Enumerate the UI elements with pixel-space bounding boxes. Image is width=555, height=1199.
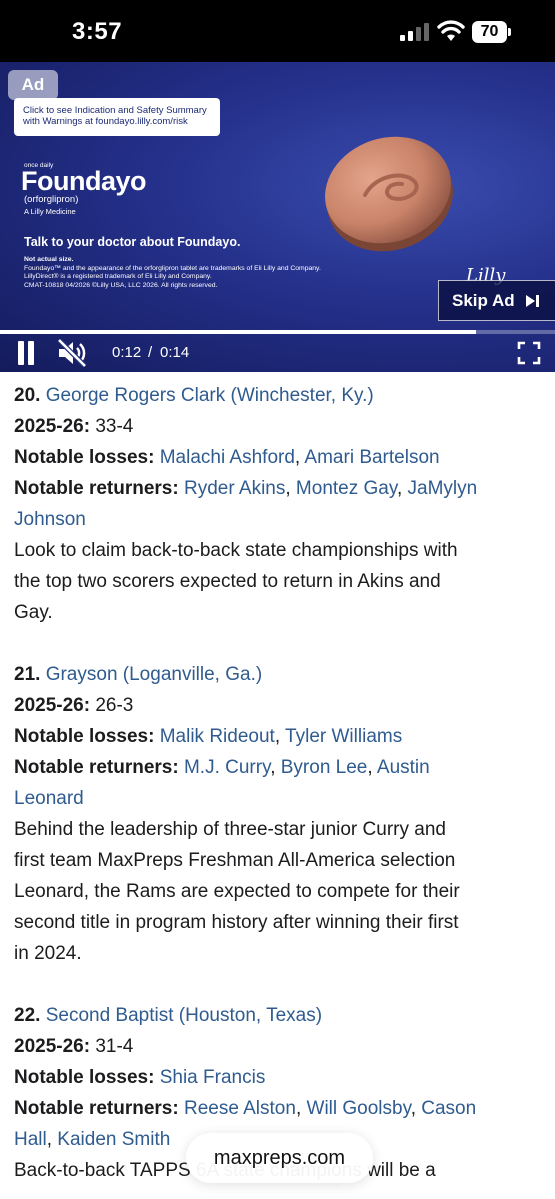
- video-time-separator: /: [148, 344, 153, 361]
- description-line: Look to claim back-to-back state champio…: [14, 540, 458, 561]
- browser-url-bar[interactable]: maxpreps.com: [186, 1133, 373, 1183]
- record-value: 31-4: [95, 1036, 134, 1057]
- record-line: 2025-26: 33-4: [14, 411, 544, 442]
- player-link[interactable]: Reese Alston: [184, 1098, 296, 1119]
- fine-print-4: CMAT-10818 04/2026 ©Lilly USA, LLC 2026.…: [24, 281, 218, 289]
- rank-number: 20.: [14, 385, 41, 406]
- returners-line: Notable returners: M.J. Curry, Byron Lee…: [14, 757, 430, 778]
- video-ad[interactable]: Ad Click to see Indication and Safety Su…: [0, 62, 555, 372]
- player-link[interactable]: Shia Francis: [160, 1067, 266, 1088]
- skip-next-icon: [526, 295, 539, 307]
- article-body: 20. George Rogers Clark (Winchester, Ky.…: [14, 380, 544, 1186]
- skip-ad-label: Skip Ad: [452, 291, 515, 310]
- ranking-entry: 21. Grayson (Loganville, Ga.) 2025-26: 2…: [14, 659, 544, 969]
- record-line: 2025-26: 26-3: [14, 690, 544, 721]
- player-link[interactable]: Will Goolsby: [307, 1098, 411, 1119]
- player-link[interactable]: Austin: [377, 757, 430, 778]
- record-line: 2025-26: 31-4: [14, 1031, 544, 1062]
- fine-print-3: LillyDirect® is a registered trademark o…: [24, 273, 212, 281]
- safety-line-1: Click to see Indication and Safety Summa…: [23, 105, 207, 116]
- tablet-image: [325, 136, 453, 252]
- muted-speaker-icon[interactable]: [56, 339, 88, 367]
- player-link[interactable]: Montez Gay: [296, 478, 397, 499]
- ad-brand-logo: Foundayo: [21, 166, 147, 196]
- returners-label: Notable returners:: [14, 478, 179, 499]
- player-link[interactable]: Cason: [421, 1098, 476, 1119]
- player-link[interactable]: Byron Lee: [281, 757, 368, 778]
- losses-label: Notable losses:: [14, 726, 155, 747]
- entry-heading: 21. Grayson (Loganville, Ga.): [14, 659, 544, 690]
- player-link[interactable]: Tyler Williams: [285, 726, 402, 747]
- player-link[interactable]: Amari Bartelson: [304, 447, 439, 468]
- school-link[interactable]: George Rogers Clark (Winchester, Ky.): [46, 385, 374, 406]
- video-progress-bar[interactable]: [0, 330, 555, 334]
- player-link[interactable]: Hall: [14, 1129, 47, 1150]
- losses-label: Notable losses:: [14, 1067, 155, 1088]
- description-line: in 2024.: [14, 943, 82, 964]
- cellular-signal-icon: [400, 23, 430, 41]
- fullscreen-icon[interactable]: [517, 341, 541, 365]
- player-link[interactable]: Kaiden Smith: [57, 1129, 170, 1150]
- losses-label: Notable losses:: [14, 447, 155, 468]
- player-link[interactable]: Malik Rideout: [160, 726, 275, 747]
- record-label: 2025-26:: [14, 1036, 91, 1057]
- returners-line: Notable returners: Reese Alston, Will Go…: [14, 1098, 477, 1119]
- player-link[interactable]: Leonard: [14, 783, 544, 814]
- returners-line: Notable returners: Ryder Akins, Montez G…: [14, 478, 478, 499]
- losses-line: Notable losses: Malachi Ashford, Amari B…: [14, 447, 440, 468]
- safety-summary-link[interactable]: Click to see Indication and Safety Summa…: [14, 98, 220, 136]
- video-progress-fill: [0, 330, 476, 334]
- status-time: 3:57: [72, 18, 123, 45]
- description-line: Behind the leadership of three-star juni…: [14, 819, 446, 840]
- description-line: Gay.: [14, 602, 53, 623]
- pause-icon[interactable]: [16, 341, 36, 365]
- record-label: 2025-26:: [14, 695, 91, 716]
- player-link[interactable]: Ryder Akins: [184, 478, 285, 499]
- player-link[interactable]: M.J. Curry: [184, 757, 270, 778]
- description-line: Leonard, the Rams are expected to compet…: [14, 881, 460, 902]
- school-link[interactable]: Second Baptist (Houston, Texas): [46, 1005, 322, 1026]
- video-duration: 0:14: [160, 344, 190, 361]
- returners-label: Notable returners:: [14, 1098, 179, 1119]
- school-link[interactable]: Grayson (Loganville, Ga.): [46, 664, 263, 685]
- entry-heading: 22. Second Baptist (Houston, Texas): [14, 1000, 544, 1031]
- returners-label: Notable returners:: [14, 757, 179, 778]
- battery-icon: 70: [472, 21, 512, 43]
- losses-line: Notable losses: Malik Rideout, Tyler Wil…: [14, 726, 403, 747]
- record-label: 2025-26:: [14, 416, 91, 437]
- description-line: second title in program history after wi…: [14, 912, 459, 933]
- ad-headline: Talk to your doctor about Foundayo.: [24, 235, 241, 249]
- video-current-time: 0:12: [112, 344, 142, 361]
- ad-fine-print: Not actual size. Foundayo™ and the appea…: [24, 256, 384, 290]
- fine-print-2: Foundayo™ and the appearance of the orfo…: [24, 264, 321, 272]
- rank-number: 21.: [14, 664, 41, 685]
- losses-line: Notable losses: Shia Francis: [14, 1062, 544, 1093]
- entry-heading: 20. George Rogers Clark (Winchester, Ky.…: [14, 380, 544, 411]
- record-value: 26-3: [95, 695, 134, 716]
- rank-number: 22.: [14, 1005, 41, 1026]
- ad-generic-name: (orforglipron): [24, 194, 79, 205]
- player-link[interactable]: JaMylyn: [408, 478, 478, 499]
- ad-company: A Lilly Medicine: [24, 207, 76, 216]
- description-line: first team MaxPreps Freshman All-America…: [14, 850, 456, 871]
- player-link[interactable]: Malachi Ashford: [160, 447, 295, 468]
- safety-line-2: with Warnings at foundayo.lilly.com/risk: [23, 116, 188, 127]
- battery-level: 70: [472, 21, 507, 43]
- status-bar: 3:57 70: [0, 0, 555, 62]
- wifi-icon: [437, 20, 465, 41]
- record-value: 33-4: [95, 416, 134, 437]
- player-link[interactable]: Johnson: [14, 504, 544, 535]
- ad-badge: Ad: [8, 70, 58, 100]
- url-domain: maxpreps.com: [213, 1147, 346, 1169]
- ranking-entry: 20. George Rogers Clark (Winchester, Ky.…: [14, 380, 544, 628]
- skip-ad-button[interactable]: Skip Ad: [438, 280, 555, 321]
- description-line: the top two scorers expected to return i…: [14, 571, 441, 592]
